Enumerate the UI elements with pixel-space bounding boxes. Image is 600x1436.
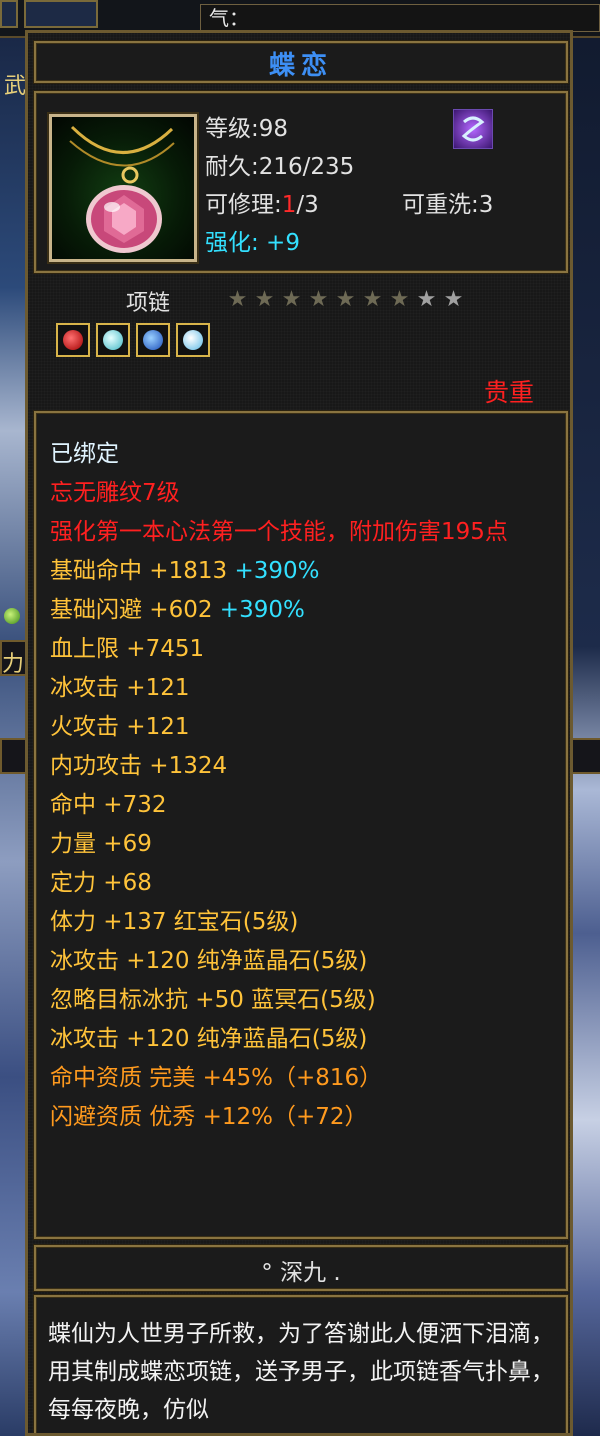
star-icon: ★ xyxy=(227,287,248,312)
fire-attack-line: 火攻击 +121 xyxy=(50,714,190,740)
star-rating: ★ ★ ★ ★ ★ ★ ★ ★ ★ xyxy=(224,289,467,311)
star-icon: ★ xyxy=(308,287,329,312)
star-empty-icon: ★ xyxy=(416,287,437,312)
item-rewash: 可重洗:3 xyxy=(402,192,494,218)
base-hit-pct: +390% xyxy=(234,558,320,584)
item-level: 等级:98 xyxy=(205,116,289,142)
skill-slot[interactable] xyxy=(0,0,18,28)
focus-line: 定力 +68 xyxy=(50,870,152,896)
item-header: 等级:98 耐久:216/235 可修理:1/3 可重洗:3 强化: +9 xyxy=(34,91,568,273)
base-dodge-line: 基础闪避 +602 +390% xyxy=(50,591,558,630)
gem-sockets xyxy=(56,323,216,357)
ignore-ice-gem-line: 忽略目标冰抗 +50 蓝冥石(5级) xyxy=(50,987,376,1013)
item-icon xyxy=(49,114,197,262)
star-icon: ★ xyxy=(389,287,410,312)
item-repair: 可修理:1/3 xyxy=(205,185,319,219)
repair-current: 1 xyxy=(281,192,297,218)
inner-attack-line: 内功攻击 +1324 xyxy=(50,753,228,779)
blue-gem-icon xyxy=(136,323,170,357)
base-hit-line: 基础命中 +1813 +390% xyxy=(50,552,558,591)
strength-line: 力量 +69 xyxy=(50,831,152,857)
side-panel-label: 力 xyxy=(2,652,25,677)
value-tag: 贵重 xyxy=(483,378,534,407)
green-orb-icon xyxy=(4,608,20,624)
side-panel-label: 武 xyxy=(4,74,27,99)
skill-bonus-line: 强化第一本心法第一个技能，附加伤害195点 xyxy=(50,519,508,545)
repair-label: 可修理: xyxy=(205,192,282,218)
skill-slot[interactable] xyxy=(24,0,98,28)
repair-max: /3 xyxy=(296,192,319,218)
item-durability: 耐久:216/235 xyxy=(205,154,355,180)
author-frame: ° 深九 . xyxy=(34,1245,568,1291)
hp-line: 血上限 +7451 xyxy=(50,636,205,662)
qi-bar: 气： xyxy=(200,4,600,32)
sky-gem-icon xyxy=(176,323,210,357)
title-frame: 蝶恋 xyxy=(34,41,568,83)
bound-status: 已绑定 xyxy=(50,441,119,467)
red-gem-icon xyxy=(56,323,90,357)
item-description: 蝶仙为人世男子所救，为了答谢此人便洒下泪滴，用其制成蝶恋项链，送予男子，此项链香… xyxy=(48,1321,554,1423)
item-type: 项链 xyxy=(126,291,171,316)
stats-panel: 已绑定 忘无雕纹7级 强化第一本心法第一个技能，附加伤害195点 基础命中 +1… xyxy=(34,411,568,1239)
hit-quality-line: 命中资质 完美 +45%（+816） xyxy=(50,1065,383,1091)
stamina-gem-line: 体力 +137 红宝石(5级) xyxy=(50,909,299,935)
star-icon: ★ xyxy=(362,287,383,312)
star-empty-icon: ★ xyxy=(443,287,464,312)
dodge-quality-line: 闪避资质 优秀 +12%（+72） xyxy=(50,1104,368,1130)
star-icon: ★ xyxy=(281,287,302,312)
star-icon: ★ xyxy=(254,287,275,312)
ice-gem-line-2: 冰攻击 +120 纯净蓝晶石(5级) xyxy=(50,1026,368,1052)
item-name: 蝶恋 xyxy=(268,51,333,81)
base-dodge-label: 基础闪避 +602 xyxy=(50,597,213,623)
item-tooltip: 蝶恋 等级:98 耐久:216/235 可修理:1/3 可重洗:3 强化: +9 xyxy=(25,30,573,1436)
hit-line: 命中 +732 xyxy=(50,792,167,818)
base-dodge-pct: +390% xyxy=(219,597,305,623)
ice-attack-line: 冰攻击 +121 xyxy=(50,675,190,701)
base-hit-label: 基础命中 +1813 xyxy=(50,558,228,584)
ice-gem-line: 冰攻击 +120 纯净蓝晶石(5级) xyxy=(50,948,368,974)
cyan-gem-icon xyxy=(96,323,130,357)
item-author: ° 深九 . xyxy=(261,1260,341,1286)
pendant-icon xyxy=(69,125,175,253)
description-frame: 蝶仙为人世男子所救，为了答谢此人便洒下泪滴，用其制成蝶恋项链，送予男子，此项链香… xyxy=(34,1295,568,1433)
item-strengthen: 强化: +9 xyxy=(205,230,300,256)
engrave-line: 忘无雕纹7级 xyxy=(50,480,180,506)
class-emblem-icon xyxy=(453,109,493,149)
star-icon: ★ xyxy=(335,287,356,312)
